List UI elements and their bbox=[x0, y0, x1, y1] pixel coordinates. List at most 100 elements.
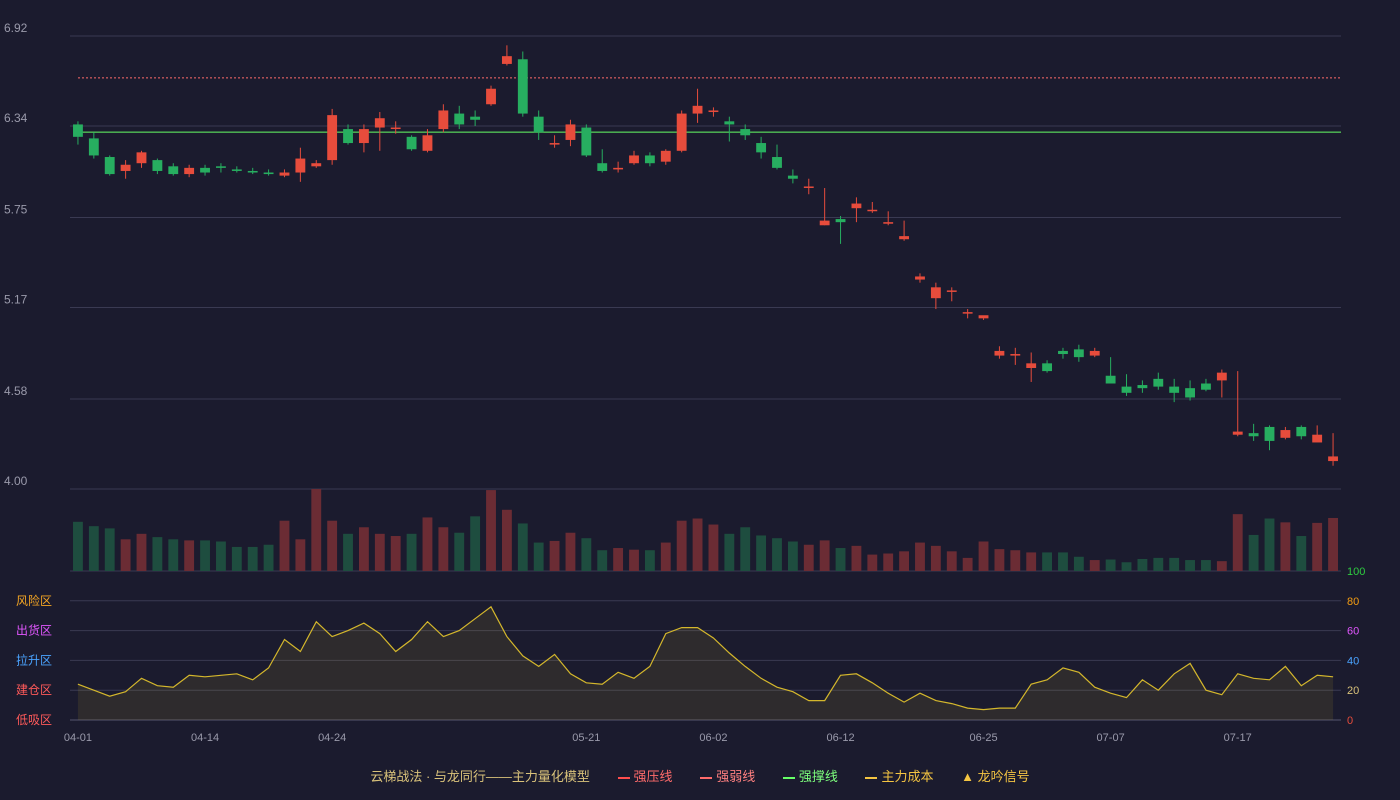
candle-body bbox=[946, 290, 957, 292]
candle-body bbox=[279, 172, 290, 176]
volume-bar bbox=[533, 542, 544, 571]
indicator-tick-label: 60 bbox=[1347, 626, 1359, 638]
volume-bar bbox=[1105, 559, 1116, 571]
candle-body bbox=[120, 164, 131, 171]
candle-body bbox=[1280, 430, 1291, 438]
candle-body bbox=[644, 155, 655, 164]
price-tick-label: 5.75 bbox=[4, 203, 28, 217]
candle-body bbox=[263, 172, 274, 175]
candle-body bbox=[915, 276, 925, 280]
candle-body bbox=[1216, 372, 1227, 381]
candle-body bbox=[343, 129, 353, 144]
date-tick-label: 04-01 bbox=[64, 732, 92, 744]
volume-bar bbox=[438, 527, 449, 571]
candle-body bbox=[1137, 385, 1148, 389]
solid-line-icon bbox=[617, 776, 630, 779]
legend-strong-resistance[interactable]: 强压线 bbox=[617, 766, 673, 785]
legend-dragon-signal[interactable]: ▲ 龙吟信号 bbox=[961, 766, 1030, 785]
date-tick-label: 07-17 bbox=[1224, 732, 1252, 744]
candle-body bbox=[486, 88, 496, 105]
solid-line-icon bbox=[782, 776, 795, 779]
grid-lines bbox=[70, 35, 1341, 721]
volume-bar bbox=[867, 554, 878, 571]
volume-bar bbox=[73, 521, 83, 571]
volume-bar bbox=[629, 549, 639, 571]
volume-bar bbox=[120, 539, 131, 571]
volume-bar bbox=[1153, 557, 1164, 571]
volume-bar bbox=[1026, 552, 1037, 571]
date-tick-label: 06-25 bbox=[969, 732, 997, 744]
candle-body bbox=[104, 157, 115, 175]
candle-body bbox=[676, 113, 687, 151]
volume-bar bbox=[1312, 522, 1323, 571]
volume-bar bbox=[1121, 562, 1132, 571]
volume-bar bbox=[597, 550, 608, 571]
volume-bar bbox=[422, 517, 433, 571]
candle-body bbox=[1169, 386, 1180, 393]
zone-label: 低吸区 bbox=[16, 713, 52, 727]
volume-bar bbox=[1248, 534, 1259, 571]
volume-bar bbox=[756, 535, 767, 571]
date-tick-label: 06-12 bbox=[826, 732, 854, 744]
volume-bar bbox=[1264, 518, 1275, 571]
candle-body bbox=[1264, 426, 1275, 441]
volume-bar bbox=[994, 549, 1005, 571]
volume-bar bbox=[978, 541, 989, 571]
candle-body bbox=[581, 127, 592, 156]
candle-body bbox=[835, 219, 846, 223]
stock-chart: 6.92 6.34 5.75 5.17 4.58 4.00 风险区出货区拉升区建仓区低吸区… bbox=[4, 21, 1365, 744]
volume-bar bbox=[486, 490, 496, 571]
legend-main-cost[interactable]: 主力成本 bbox=[865, 766, 933, 785]
price-tick-label: 4.00 bbox=[4, 474, 28, 488]
volume-bar bbox=[295, 539, 306, 571]
candle-body bbox=[358, 129, 369, 144]
zone-label: 拉升区 bbox=[16, 652, 52, 667]
candle-body bbox=[1058, 350, 1068, 355]
candle-body bbox=[930, 287, 941, 299]
zone-labels: 风险区出货区拉升区建仓区低吸区 bbox=[16, 593, 52, 727]
volume-bar bbox=[311, 489, 322, 571]
candle-body bbox=[406, 136, 417, 150]
candle-body bbox=[1026, 363, 1037, 368]
legend-label: 龙吟信号 bbox=[977, 769, 1030, 784]
volume-bar bbox=[1169, 557, 1180, 571]
candle-body bbox=[708, 110, 719, 113]
legend-label: 主力成本 bbox=[881, 769, 934, 784]
volume-bar bbox=[279, 520, 290, 571]
indicator-tick-label: 100 bbox=[1347, 566, 1365, 578]
candle-body bbox=[1232, 431, 1243, 435]
zone-label: 出货区 bbox=[16, 623, 52, 638]
candlesticks bbox=[73, 45, 1338, 466]
volume-bar bbox=[406, 533, 417, 571]
candle-body bbox=[1010, 354, 1021, 356]
volume-bar bbox=[946, 551, 957, 571]
candle-body bbox=[1042, 363, 1053, 372]
volume-bar bbox=[200, 540, 210, 571]
candle-body bbox=[772, 157, 782, 168]
volume-bars bbox=[73, 489, 1338, 571]
volume-bar bbox=[708, 524, 719, 571]
volume-bar bbox=[88, 526, 99, 571]
volume-bar bbox=[1216, 561, 1227, 571]
candle-body bbox=[327, 115, 338, 161]
volume-bar bbox=[676, 520, 687, 571]
candle-body bbox=[660, 150, 671, 162]
volume-bar bbox=[1328, 517, 1338, 571]
candle-body bbox=[629, 155, 639, 164]
volume-bar bbox=[772, 538, 782, 571]
candle-body bbox=[200, 167, 210, 173]
dashed-line-icon bbox=[865, 776, 878, 779]
candle-body bbox=[1296, 426, 1307, 437]
volume-bar bbox=[565, 532, 576, 571]
volume-bar bbox=[915, 542, 925, 571]
candle-body bbox=[216, 166, 226, 168]
volume-bar bbox=[184, 540, 195, 571]
legend-strength-line[interactable]: 强弱线 bbox=[700, 766, 755, 785]
volume-bar bbox=[962, 557, 973, 571]
candle-body bbox=[295, 158, 306, 173]
volume-bar bbox=[390, 536, 401, 571]
volume-bar bbox=[1280, 522, 1291, 571]
candle-body bbox=[374, 118, 385, 128]
legend-strong-support[interactable]: 强撑线 bbox=[782, 766, 838, 785]
triangle-icon: ▲ bbox=[961, 769, 974, 784]
